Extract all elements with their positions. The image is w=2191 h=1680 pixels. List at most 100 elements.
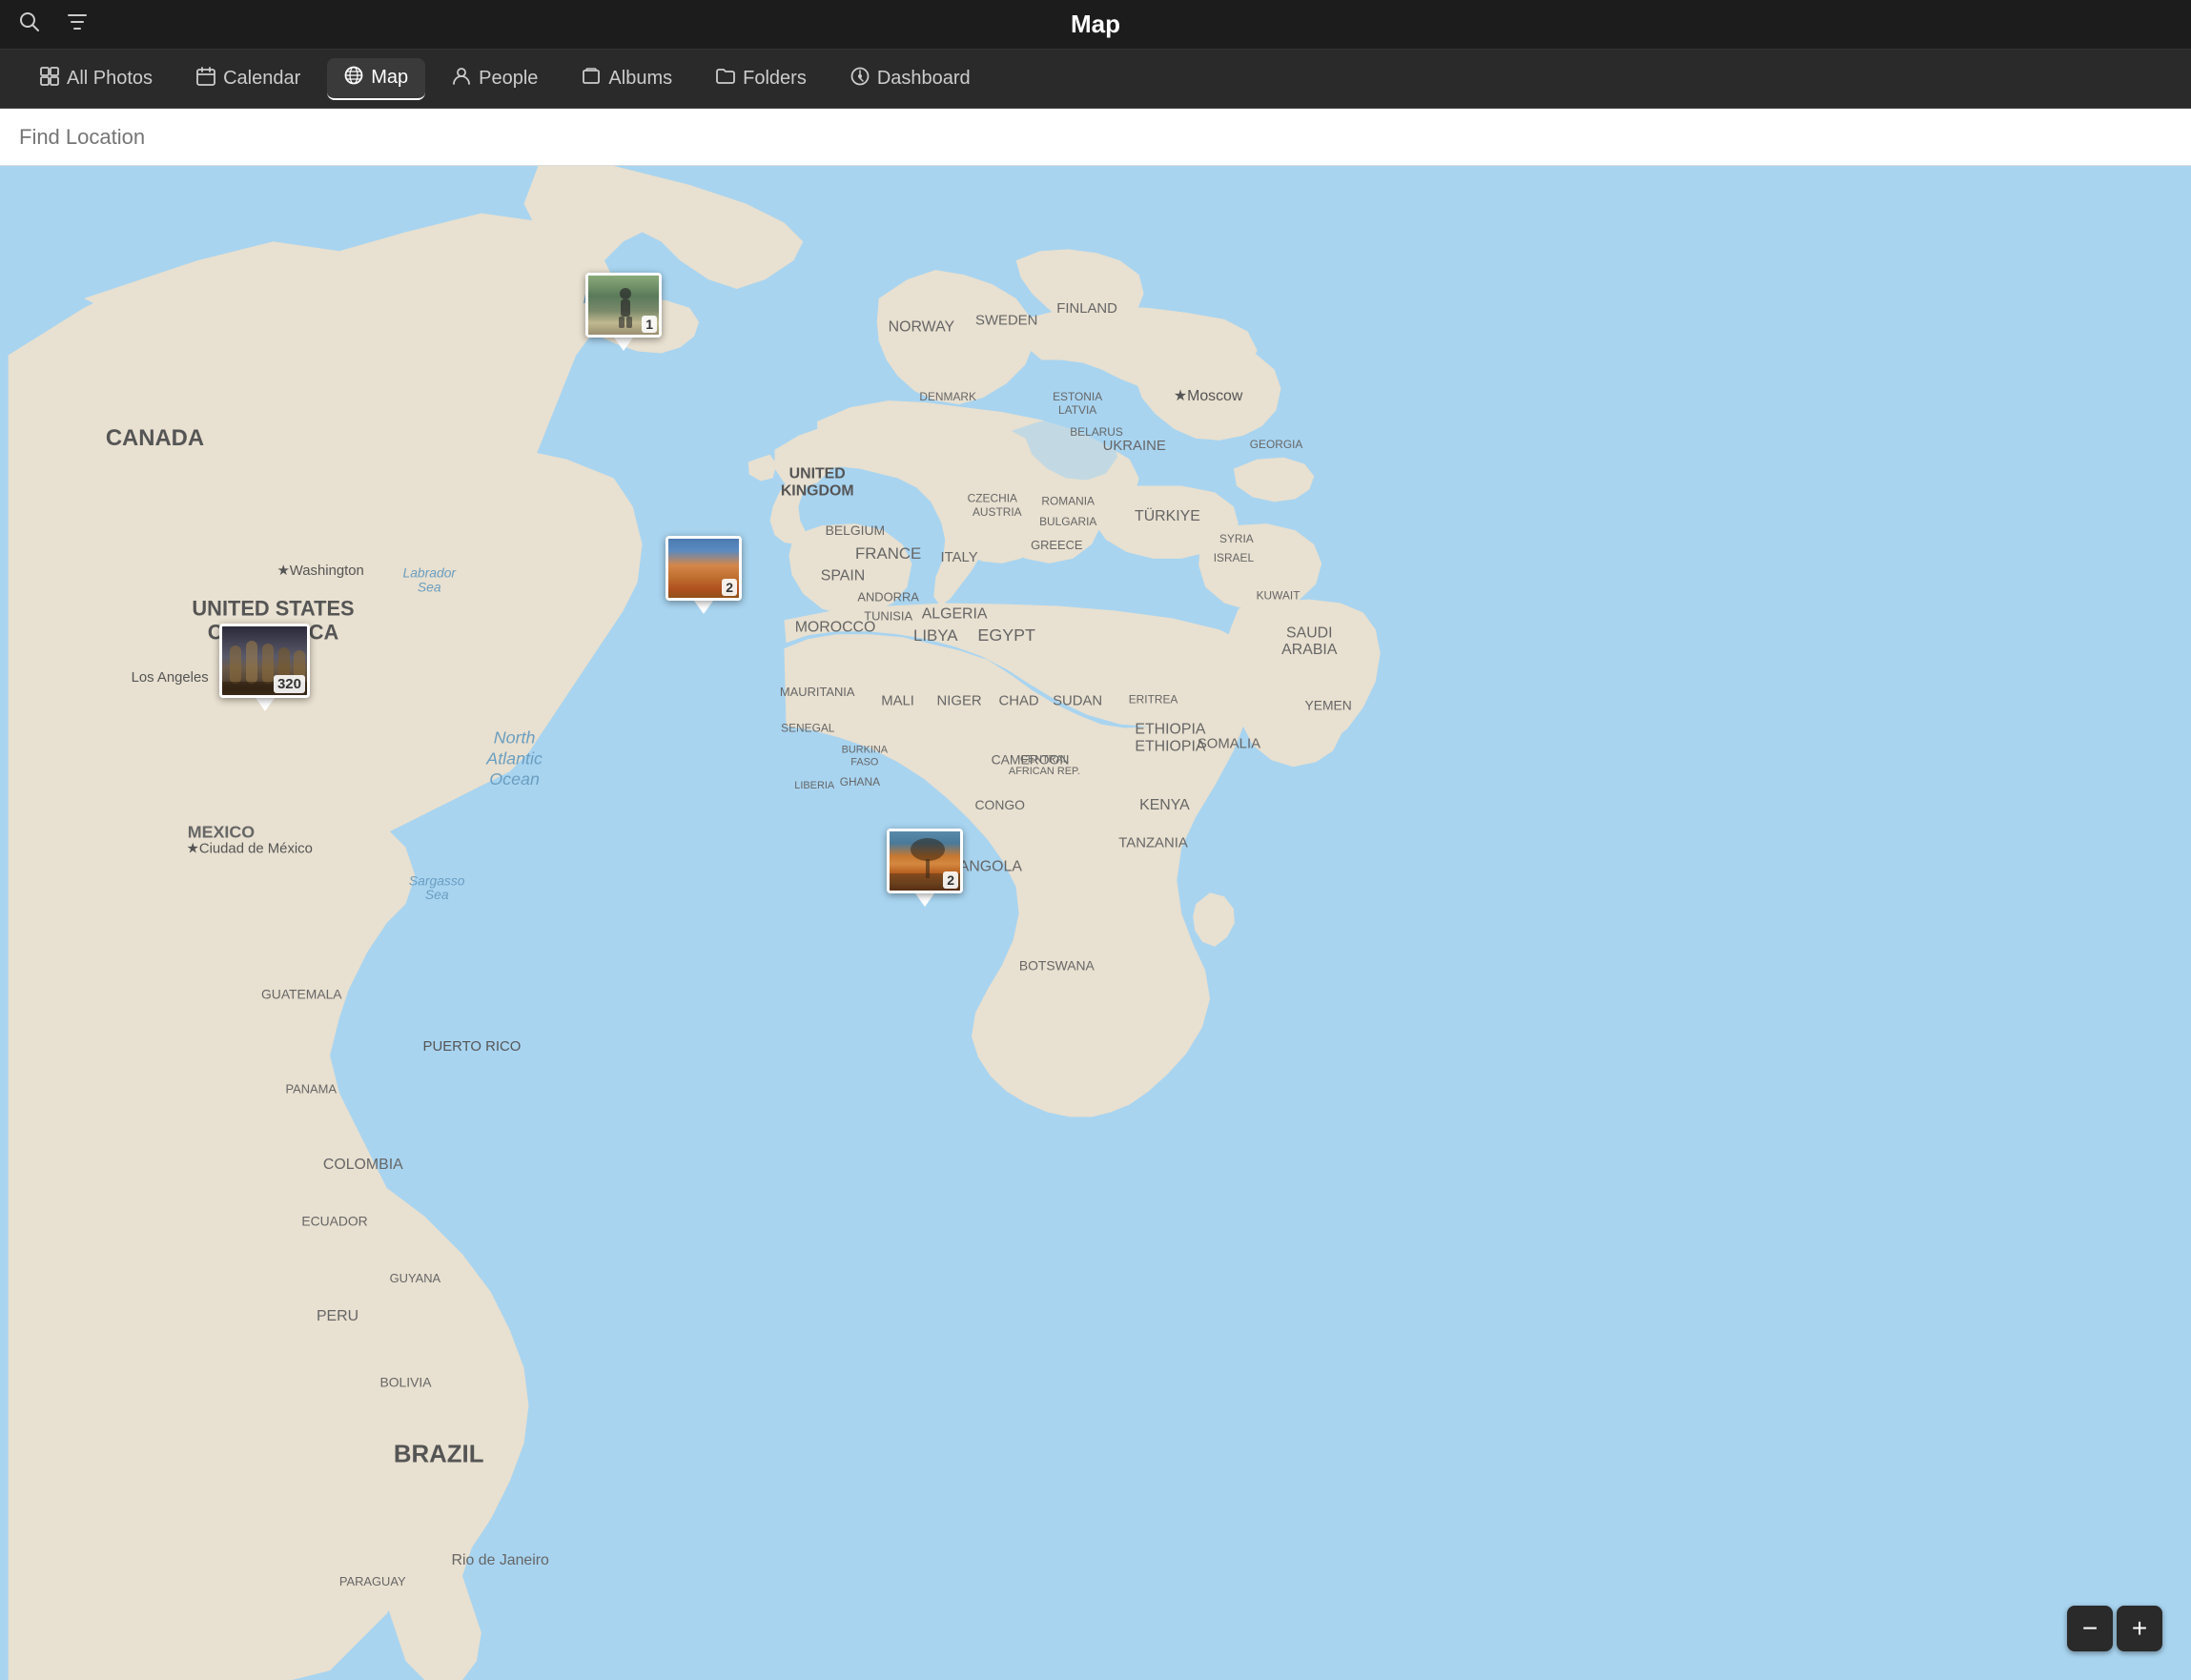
nav-item-label: Folders <box>743 68 807 90</box>
svg-text:KUWAIT: KUWAIT <box>1257 589 1300 603</box>
svg-text:AUSTRIA: AUSTRIA <box>973 505 1022 519</box>
filter-button[interactable] <box>67 11 88 38</box>
svg-text:GHANA: GHANA <box>840 775 880 789</box>
svg-text:ERITREA: ERITREA <box>1129 693 1178 707</box>
svg-text:North: North <box>494 727 536 747</box>
svg-text:CAMEROON: CAMEROON <box>992 751 1070 767</box>
pin-count: 1 <box>642 316 657 333</box>
photo-pin-iceland[interactable]: 1 <box>585 273 662 351</box>
nav-item-map[interactable]: Map <box>327 58 425 100</box>
map-icon <box>344 66 363 91</box>
svg-text:CZECHIA: CZECHIA <box>968 491 1017 504</box>
svg-text:YEMEN: YEMEN <box>1304 698 1351 713</box>
svg-text:SAUDI: SAUDI <box>1286 625 1333 641</box>
pin-count: 2 <box>722 579 737 596</box>
svg-text:SOMALIA: SOMALIA <box>1198 736 1260 751</box>
svg-text:PARAGUAY: PARAGUAY <box>339 1574 406 1588</box>
svg-text:SPAIN: SPAIN <box>821 568 865 584</box>
svg-text:ISRAEL: ISRAEL <box>1214 551 1255 564</box>
svg-text:CONGO: CONGO <box>975 797 1026 812</box>
svg-text:FRANCE: FRANCE <box>855 544 921 563</box>
svg-text:Sea: Sea <box>425 887 449 902</box>
svg-text:SYRIA: SYRIA <box>1219 532 1254 545</box>
nav-item-label: Map <box>371 67 408 89</box>
svg-text:DENMARK: DENMARK <box>919 390 976 403</box>
svg-text:ETHIOPIA: ETHIOPIA <box>1135 722 1206 738</box>
location-search-input[interactable] <box>19 125 2172 150</box>
svg-text:LIBERIA: LIBERIA <box>794 780 835 791</box>
nav-item-dashboard[interactable]: Dashboard <box>833 59 988 99</box>
svg-text:ECUADOR: ECUADOR <box>301 1214 367 1229</box>
svg-text:ANDORRA: ANDORRA <box>857 590 919 604</box>
title-bar: Map <box>0 0 2191 50</box>
svg-text:PUERTO RICO: PUERTO RICO <box>423 1039 522 1055</box>
svg-text:GUYANA: GUYANA <box>390 1271 441 1285</box>
title-bar-controls <box>19 11 88 38</box>
svg-text:TÜRKIYE: TÜRKIYE <box>1135 507 1200 524</box>
zoom-in-button[interactable]: + <box>2117 1606 2162 1651</box>
svg-text:★Moscow: ★Moscow <box>1174 388 1243 404</box>
map-svg: CANADA UNITED STATES OF AMERICA MEXICO G… <box>0 166 2191 1680</box>
pin-pointer <box>915 893 934 907</box>
nav-item-albums[interactable]: Albums <box>564 59 689 99</box>
svg-text:MOROCCO: MOROCCO <box>795 619 876 635</box>
svg-text:★Washington: ★Washington <box>276 563 363 579</box>
calendar-icon <box>196 67 215 92</box>
album-icon <box>582 67 601 92</box>
photo-pin-mexico[interactable]: 320 <box>219 624 310 711</box>
nav-item-all-photos[interactable]: All Photos <box>23 59 170 99</box>
svg-text:ALGERIA: ALGERIA <box>922 605 988 622</box>
svg-text:AFRICAN REP.: AFRICAN REP. <box>1009 766 1080 777</box>
zoom-out-button[interactable]: − <box>2067 1606 2113 1651</box>
svg-text:Los Angeles: Los Angeles <box>132 670 209 686</box>
svg-text:FASO: FASO <box>850 756 878 768</box>
svg-text:BRAZIL: BRAZIL <box>394 1442 484 1468</box>
svg-text:★Ciudad de México: ★Ciudad de México <box>187 842 313 857</box>
svg-text:ARABIA: ARABIA <box>1281 642 1338 658</box>
svg-text:COLOMBIA: COLOMBIA <box>323 1157 403 1173</box>
pin-pointer <box>614 338 633 351</box>
svg-text:EGYPT: EGYPT <box>977 625 1035 645</box>
svg-text:GUATEMALA: GUATEMALA <box>261 986 342 1001</box>
svg-text:BULGARIA: BULGARIA <box>1039 515 1096 528</box>
svg-text:LATVIA: LATVIA <box>1058 403 1096 417</box>
search-button[interactable] <box>19 11 40 38</box>
svg-text:PERU: PERU <box>317 1308 358 1324</box>
photo-pin-spain[interactable]: 2 <box>665 536 742 614</box>
svg-text:CHAD: CHAD <box>999 694 1039 709</box>
nav-item-folders[interactable]: Folders <box>699 59 824 99</box>
map-container: CANADA UNITED STATES OF AMERICA MEXICO G… <box>0 166 2191 1680</box>
svg-text:UNITED STATES: UNITED STATES <box>192 596 354 620</box>
nav-item-label: Calendar <box>223 68 300 90</box>
svg-text:Ocean: Ocean <box>489 769 540 789</box>
svg-text:Rio de Janeiro: Rio de Janeiro <box>452 1552 550 1568</box>
svg-text:MALI: MALI <box>881 694 914 709</box>
svg-text:ESTONIA: ESTONIA <box>1053 390 1102 403</box>
search-bar <box>0 109 2191 166</box>
svg-text:ROMANIA: ROMANIA <box>1041 494 1095 507</box>
nav-item-label: People <box>479 68 538 90</box>
svg-text:Labrador: Labrador <box>403 565 458 581</box>
nav-item-people[interactable]: People <box>435 59 555 99</box>
photo-pin-africa-south[interactable]: 2 <box>887 829 963 907</box>
folder-icon <box>716 67 735 92</box>
nav-item-label: Dashboard <box>877 68 971 90</box>
svg-text:LIBYA: LIBYA <box>913 626 958 645</box>
svg-text:BOLIVIA: BOLIVIA <box>379 1374 432 1389</box>
svg-text:SENEGAL: SENEGAL <box>781 722 835 735</box>
svg-text:Atlantic: Atlantic <box>485 748 543 768</box>
nav-item-calendar[interactable]: Calendar <box>179 59 317 99</box>
svg-text:BURKINA: BURKINA <box>842 744 889 755</box>
svg-text:GREECE: GREECE <box>1031 538 1083 552</box>
pin-count: 2 <box>943 871 958 889</box>
svg-text:GEORGIA: GEORGIA <box>1250 438 1303 451</box>
svg-text:SUDAN: SUDAN <box>1053 694 1102 709</box>
pin-count: 320 <box>274 675 305 693</box>
svg-text:MAURITANIA: MAURITANIA <box>780 685 855 699</box>
svg-text:BELARUS: BELARUS <box>1070 425 1123 439</box>
svg-text:NORWAY: NORWAY <box>889 319 955 336</box>
svg-text:PANAMA: PANAMA <box>285 1082 337 1096</box>
svg-text:FINLAND: FINLAND <box>1056 301 1117 317</box>
zoom-controls: − + <box>2067 1606 2162 1651</box>
svg-text:BELGIUM: BELGIUM <box>826 522 885 538</box>
